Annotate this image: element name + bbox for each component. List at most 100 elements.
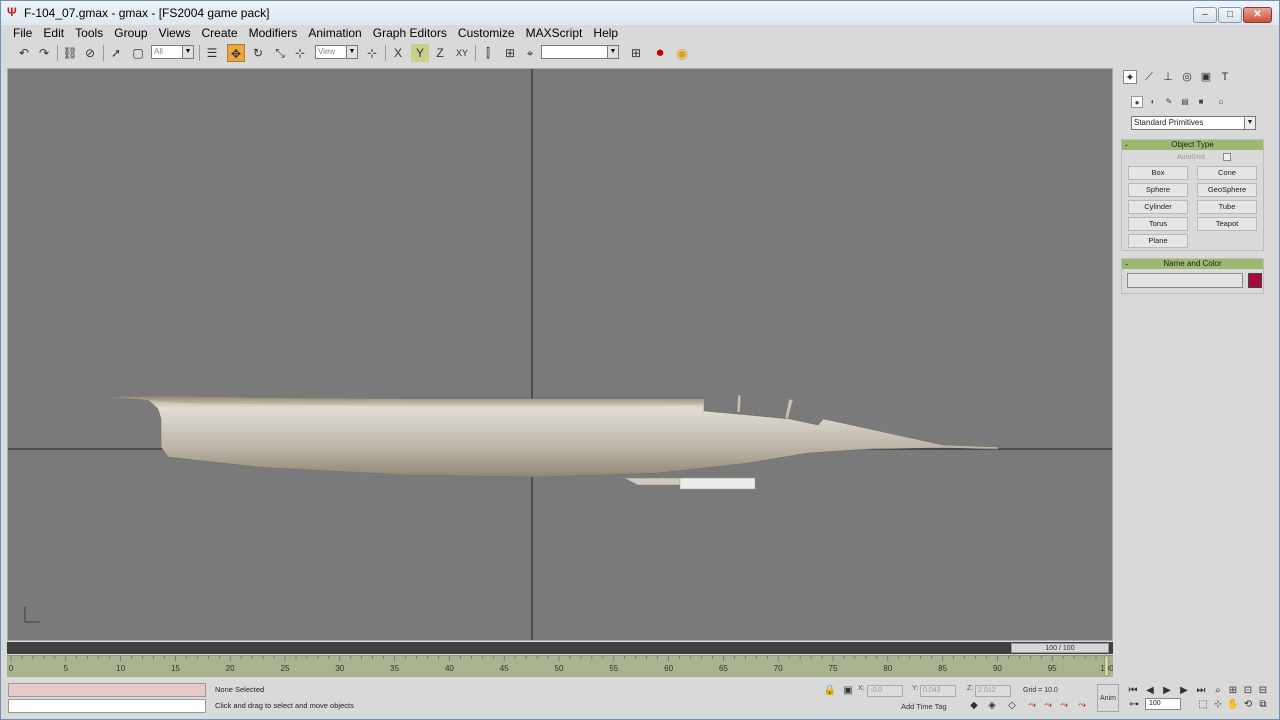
gmax-app-icon[interactable]: Ψ <box>7 6 20 19</box>
redo-icon[interactable]: ↷ <box>35 44 53 62</box>
menu-file[interactable]: File <box>9 25 36 40</box>
box-button[interactable]: Box <box>1128 166 1188 180</box>
object-type-header[interactable]: - Object Type <box>1122 140 1263 150</box>
go-to-end-icon[interactable]: ⏭ <box>1194 685 1208 697</box>
key-tangent-fast-icon[interactable]: ⤳ <box>1075 700 1089 712</box>
time-slider-knob[interactable]: 100 / 100 <box>1011 643 1109 653</box>
cameras-icon[interactable]: ▤ <box>1179 96 1191 108</box>
shapes-icon[interactable]: ◐ <box>1147 96 1159 108</box>
menu-modifiers[interactable]: Modifiers <box>245 25 302 40</box>
set-key-icon[interactable]: ◈ <box>985 700 999 712</box>
pivot-icon[interactable]: ⊹ <box>291 44 309 62</box>
key-tangent-icon[interactable]: ⤳ <box>1025 700 1039 712</box>
helpers-icon[interactable]: ■ <box>1195 96 1207 108</box>
minimize-button[interactable]: – <box>1193 7 1217 23</box>
menu-animation[interactable]: Animation <box>304 25 365 40</box>
modify-tab-icon[interactable]: ⟋ <box>1142 70 1156 84</box>
current-frame-marker[interactable] <box>1104 656 1109 677</box>
animate-toggle-button[interactable]: Anim <box>1097 684 1119 712</box>
x-coordinate-field[interactable]: -0.0 <box>867 685 903 697</box>
menu-create[interactable]: Create <box>198 25 242 40</box>
restrict-x-icon[interactable]: X <box>389 44 407 62</box>
maximize-viewport-icon[interactable]: ⧉ <box>1256 699 1270 711</box>
key-filter-icon[interactable]: ◇ <box>1005 700 1019 712</box>
viewport-left[interactable] <box>7 68 1113 641</box>
snap-icon[interactable]: ⌖ <box>521 44 539 62</box>
menu-maxscript[interactable]: MAXScript <box>522 25 587 40</box>
lights-icon[interactable]: ✎ <box>1163 96 1175 108</box>
zoom-extents-icon[interactable]: ⊡ <box>1241 685 1255 697</box>
z-coordinate-field[interactable]: 2.012 <box>975 685 1011 697</box>
zoom-extents-all-icon[interactable]: ⊟ <box>1256 685 1270 697</box>
menu-graph-editors[interactable]: Graph Editors <box>369 25 451 40</box>
torus-button[interactable]: Torus <box>1128 217 1188 231</box>
play-icon[interactable]: ▶ <box>1160 685 1174 697</box>
key-mode-toggle-icon[interactable]: ⊶ <box>1127 699 1141 711</box>
y-coordinate-field[interactable]: 0.043 <box>920 685 956 697</box>
maxscript-listener-input[interactable] <box>8 683 206 697</box>
select-and-scale-icon[interactable]: ⤡ <box>271 44 289 62</box>
pan-icon[interactable]: ✋ <box>1226 699 1240 711</box>
geometry-icon[interactable]: ● <box>1131 96 1143 108</box>
named-selection-dropdown[interactable]: ▼ <box>541 45 619 59</box>
motion-tab-icon[interactable]: ◎ <box>1180 70 1194 84</box>
key-tangent-in-icon[interactable]: ⤳ <box>1057 700 1071 712</box>
arc-rotate-icon[interactable]: ⟲ <box>1241 699 1255 711</box>
quick-render-icon[interactable]: ◉ <box>673 44 691 62</box>
select-and-move-icon[interactable]: ✥ <box>227 44 245 62</box>
menu-edit[interactable]: Edit <box>39 25 68 40</box>
key-tangent-out-icon[interactable]: ⤳ <box>1041 700 1055 712</box>
zoom-all-icon[interactable]: ⊞ <box>1226 685 1240 697</box>
sphere-button[interactable]: Sphere <box>1128 183 1188 197</box>
time-slider[interactable]: 100 / 100 <box>7 642 1113 654</box>
select-and-link-icon[interactable]: ⛓ <box>61 44 79 62</box>
tube-button[interactable]: Tube <box>1197 200 1257 214</box>
lock-selection-icon[interactable]: 🔒 <box>823 685 837 697</box>
geosphere-button[interactable]: GeoSphere <box>1197 183 1257 197</box>
select-object-icon[interactable]: ➚ <box>107 44 125 62</box>
menu-group[interactable]: Group <box>110 25 151 40</box>
utilities-tab-icon[interactable]: T <box>1218 70 1232 84</box>
go-to-start-icon[interactable]: ⏮ <box>1126 685 1140 697</box>
display-tab-icon[interactable]: ▣ <box>1199 70 1213 84</box>
name-and-color-header[interactable]: - Name and Color <box>1122 259 1263 269</box>
cone-button[interactable]: Cone <box>1197 166 1257 180</box>
selection-filter-dropdown[interactable]: All ▼ <box>151 45 194 59</box>
use-pivot-center-icon[interactable]: ⊹ <box>363 44 381 62</box>
object-color-swatch[interactable] <box>1248 273 1262 288</box>
field-of-view-icon[interactable]: ⬚ <box>1196 699 1210 711</box>
select-by-name-icon[interactable]: ☰ <box>203 44 221 62</box>
close-button[interactable]: ✕ <box>1243 7 1272 23</box>
create-tab-icon[interactable]: ✦ <box>1123 70 1137 84</box>
maxscript-output-field[interactable] <box>8 699 206 713</box>
maximize-button[interactable]: □ <box>1218 7 1242 23</box>
mirror-icon[interactable]: ⫿ <box>479 44 497 62</box>
restrict-y-icon[interactable]: Y <box>411 44 429 62</box>
unlink-icon[interactable]: ⊘ <box>81 44 99 62</box>
key-mode-icon[interactable]: ◆ <box>967 700 981 712</box>
restrict-z-icon[interactable]: Z <box>431 44 449 62</box>
previous-frame-icon[interactable]: ◀ <box>1143 685 1157 697</box>
render-teapot-icon[interactable]: ● <box>651 44 669 62</box>
reference-coordinate-dropdown[interactable]: View ▼ <box>315 45 358 59</box>
zoom-region-icon[interactable]: ⊹ <box>1211 699 1225 711</box>
f104-fuselage-model[interactable] <box>107 394 999 490</box>
current-frame-field[interactable]: 100 <box>1145 698 1181 710</box>
region-select-icon[interactable]: ▢ <box>129 44 147 62</box>
undo-icon[interactable]: ↶ <box>15 44 33 62</box>
plane-button[interactable]: Plane <box>1128 234 1188 248</box>
primitive-category-dropdown[interactable]: Standard Primitives ▼ <box>1131 116 1256 130</box>
menu-help[interactable]: Help <box>589 25 622 40</box>
hierarchy-tab-icon[interactable]: ⊥ <box>1161 70 1175 84</box>
absolute-mode-icon[interactable]: ▣ <box>841 685 855 697</box>
menu-tools[interactable]: Tools <box>71 25 107 40</box>
restrict-xy-icon[interactable]: XY <box>453 44 471 62</box>
menu-views[interactable]: Views <box>155 25 195 40</box>
add-time-tag-button[interactable]: Add Time Tag <box>901 702 947 711</box>
object-name-field[interactable] <box>1127 273 1243 288</box>
track-bar[interactable]: 0510152025303540455055606570758085909510… <box>7 655 1113 677</box>
systems-icon[interactable]: ⌂ <box>1215 96 1227 108</box>
select-and-rotate-icon[interactable]: ↻ <box>249 44 267 62</box>
align-icon[interactable]: ⊞ <box>501 44 519 62</box>
cylinder-button[interactable]: Cylinder <box>1128 200 1188 214</box>
